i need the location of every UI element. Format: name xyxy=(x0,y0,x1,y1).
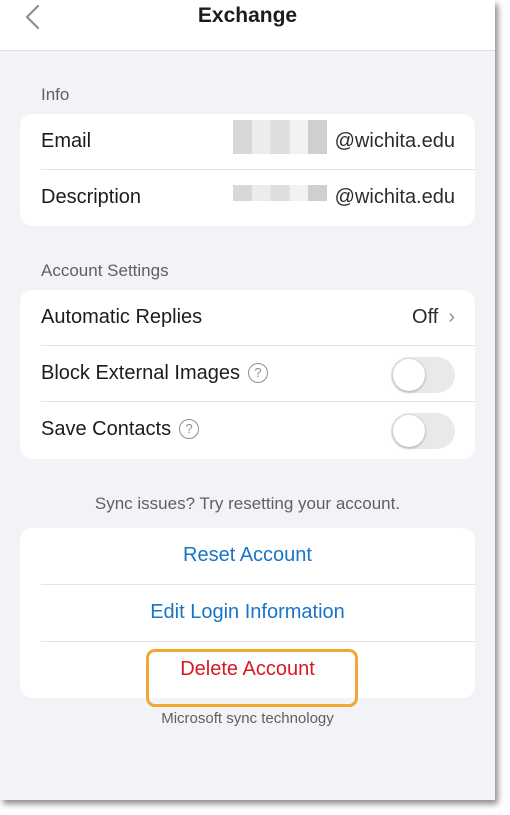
edit-login-information-label: Edit Login Information xyxy=(150,601,345,623)
block-external-images-row: Block External Images? xyxy=(20,346,475,402)
phone-screen: Exchange Info Email @wichita.edu Descrip… xyxy=(0,0,495,800)
email-label: Email xyxy=(41,130,92,152)
redacted-description-prefix xyxy=(233,185,327,201)
redacted-email-prefix xyxy=(233,120,327,154)
description-label: Description xyxy=(41,186,142,208)
block-external-images-label-group: Block External Images? xyxy=(41,362,268,385)
reset-account-label: Reset Account xyxy=(183,544,312,566)
block-external-images-toggle[interactable] xyxy=(391,357,455,393)
automatic-replies-status: Off xyxy=(412,306,439,328)
automatic-replies-row[interactable]: Automatic Replies Off › xyxy=(20,290,475,346)
automatic-replies-label: Automatic Replies xyxy=(41,306,203,328)
block-external-images-label: Block External Images xyxy=(41,362,240,384)
reset-account-button[interactable]: Reset Account xyxy=(20,528,475,585)
save-contacts-label-group: Save Contacts? xyxy=(41,418,200,441)
sync-technology-note: Microsoft sync technology xyxy=(161,710,334,727)
help-icon[interactable]: ? xyxy=(179,419,200,439)
save-contacts-toggle[interactable] xyxy=(391,413,455,449)
toggle-knob xyxy=(393,415,425,447)
save-contacts-label: Save Contacts xyxy=(41,418,172,440)
toggle-knob xyxy=(393,359,425,391)
navigation-bar: Exchange xyxy=(0,0,495,51)
sync-issues-note: Sync issues? Try resetting your account. xyxy=(94,494,401,513)
page-title: Exchange xyxy=(197,4,298,27)
description-value: @wichita.edu xyxy=(334,186,455,208)
email-value: @wichita.edu xyxy=(334,130,455,152)
email-row[interactable]: Email @wichita.edu xyxy=(20,114,475,170)
edit-login-information-button[interactable]: Edit Login Information xyxy=(20,585,475,642)
help-icon[interactable]: ? xyxy=(247,363,268,383)
info-card: Email @wichita.edu Description @wichita.… xyxy=(20,114,475,226)
account-settings-section-header: Account Settings xyxy=(41,261,169,280)
delete-account-highlight-box xyxy=(146,649,358,707)
chevron-right-icon: › xyxy=(448,306,455,328)
info-section-header: Info xyxy=(41,85,70,104)
automatic-replies-value: Off › xyxy=(412,306,455,329)
account-settings-card: Automatic Replies Off › Block External Im… xyxy=(20,290,475,459)
save-contacts-row: Save Contacts? xyxy=(20,402,475,458)
description-row[interactable]: Description @wichita.edu xyxy=(20,170,475,226)
